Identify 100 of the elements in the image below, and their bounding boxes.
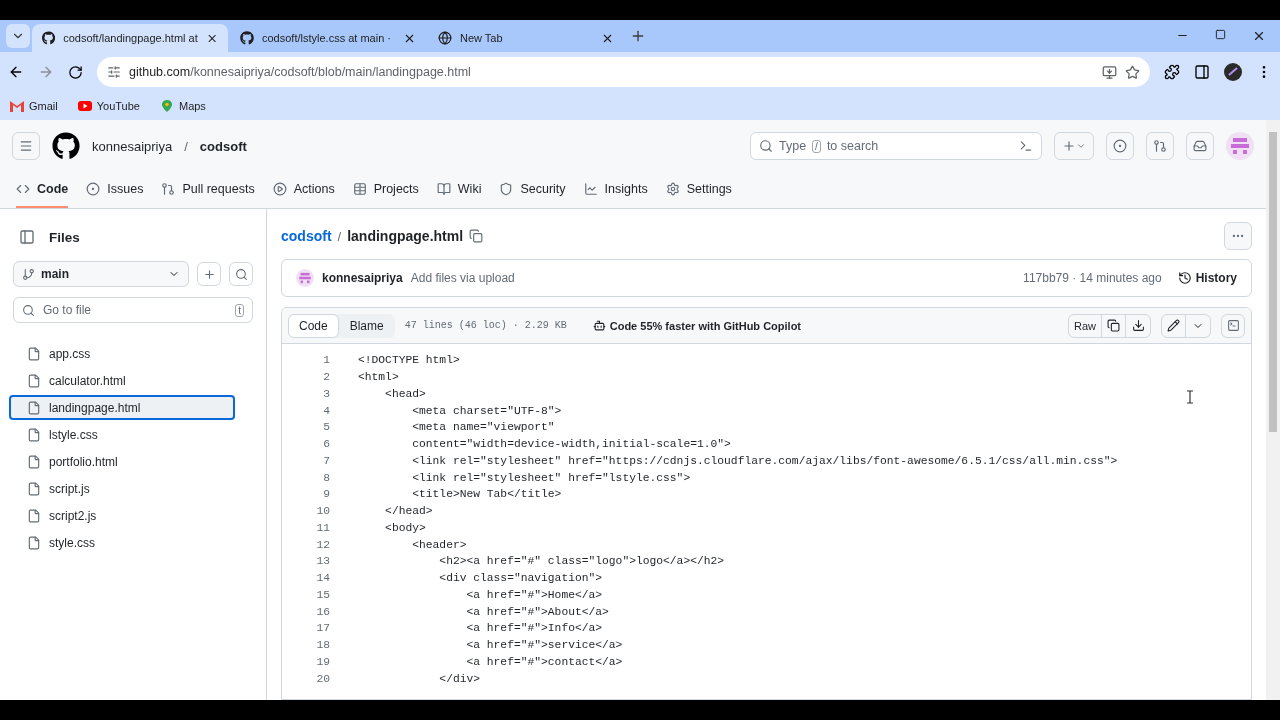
browser-tab[interactable]: New Tab (428, 24, 624, 52)
site-settings-icon[interactable] (107, 65, 121, 79)
browser-tab[interactable]: codsoft/landingpage.html at (32, 24, 228, 52)
file-tree-item[interactable]: calculator.html (9, 368, 235, 393)
file-icon (27, 427, 41, 442)
globe-icon (438, 31, 452, 45)
add-file-button[interactable] (197, 262, 221, 286)
back-icon[interactable] (8, 64, 24, 80)
copy-icon[interactable] (469, 229, 484, 243)
issues-button[interactable] (1106, 132, 1134, 160)
pull-request-icon (161, 182, 176, 196)
new-tab-button[interactable] (630, 28, 646, 44)
scrollbar-thumb[interactable] (1269, 132, 1277, 432)
branch-selector[interactable]: main (13, 261, 189, 287)
install-icon[interactable] (1102, 64, 1117, 80)
bookmark-link[interactable]: YouTube (77, 100, 140, 112)
repo-link[interactable]: codsoft (199, 138, 247, 154)
scrollbar[interactable] (1266, 120, 1280, 700)
line-number: 14 (315, 572, 330, 585)
github-logo-icon[interactable] (52, 132, 80, 160)
line-number: 13 (315, 555, 330, 568)
profile-avatar[interactable] (1224, 63, 1242, 81)
maximize-icon[interactable] (1215, 29, 1226, 40)
history-button[interactable]: History (1177, 271, 1237, 285)
placeholder-text: Go to file (43, 303, 93, 317)
circle-dot-icon (1113, 139, 1127, 153)
url-text: github.com/konnesaipriya/codsoft/blob/main/landingpage.html (129, 65, 471, 79)
view-tab[interactable]: Blame (338, 313, 395, 338)
repo-nav-tab[interactable]: Settings (665, 172, 732, 208)
avatar[interactable] (296, 269, 314, 287)
search-icon (234, 267, 248, 281)
owner-link[interactable]: konnesaipriya (92, 138, 173, 154)
repo-nav-tab[interactable]: Pull requests (161, 172, 255, 208)
file-tree-item[interactable]: app.css (9, 341, 235, 366)
file-tree-item[interactable]: landingpage.html (9, 395, 235, 420)
repo-link[interactable]: codsoft (281, 228, 332, 244)
code-line: <link rel="stylesheet" href="lstyle.css"> (411, 471, 691, 484)
code-line: <h2><a href="#" class="logo">logo</a></h2> (438, 555, 725, 568)
line-number: 3 (322, 387, 330, 400)
commit-meta[interactable]: 117bb79 · 14 minutes ago (1023, 271, 1162, 285)
repo-nav-tab[interactable]: Issues (86, 172, 144, 208)
file-icon (27, 400, 41, 415)
commit-author[interactable]: konnesaipriya (322, 271, 403, 285)
file-tree-item[interactable]: lstyle.css (9, 422, 235, 447)
browser-tab[interactable]: codsoft/lstyle.css at main · (230, 24, 426, 52)
robot-icon (592, 319, 606, 332)
line-number: 12 (315, 538, 330, 551)
repo-nav-tab[interactable]: Security (499, 172, 566, 208)
avatar[interactable] (1226, 132, 1254, 160)
line-number: 15 (315, 588, 330, 601)
side-panel-icon[interactable] (1194, 64, 1210, 80)
bookmark-link[interactable]: Gmail (10, 100, 58, 112)
code-line: </div> (438, 672, 481, 685)
code-line: <meta name="viewport" (411, 421, 555, 434)
copy-icon (1107, 319, 1120, 332)
bookmark-star-icon[interactable] (1125, 64, 1140, 80)
file-tree-item[interactable]: style.css (9, 530, 235, 555)
command-palette-icon[interactable] (1019, 139, 1033, 153)
repo-nav-tab[interactable]: Wiki (436, 172, 482, 208)
menu-button[interactable] (12, 132, 40, 160)
code-line: <a href="#">Info</a> (465, 622, 603, 635)
reload-icon[interactable] (68, 64, 83, 80)
file-tree-item[interactable]: script.js (9, 476, 235, 501)
repo-nav-tab[interactable]: Insights (583, 172, 648, 208)
collapse-panel-icon[interactable] (19, 229, 35, 245)
code-line: <header> (411, 538, 467, 551)
inbox-button[interactable] (1186, 132, 1214, 160)
code-line: content="width=device-width,initial-scale=1.0"> (411, 438, 731, 451)
plus-icon (202, 267, 216, 281)
code-line: <div class="navigation"> (438, 572, 603, 585)
line-number: 19 (315, 655, 330, 668)
line-number: 16 (315, 605, 330, 618)
file-tree-item[interactable]: portfolio.html (9, 449, 235, 474)
repo-nav-tab[interactable]: Code (16, 172, 69, 208)
close-icon[interactable] (1252, 29, 1266, 43)
file-icon (27, 508, 41, 523)
symbols-button[interactable] (1221, 313, 1245, 338)
pull-request-icon (1153, 139, 1167, 153)
pull-requests-button[interactable] (1146, 132, 1174, 160)
line-number: 9 (322, 488, 330, 501)
tab-search-button[interactable] (6, 24, 30, 48)
placeholder-text: to search (826, 139, 879, 153)
commit-message[interactable]: Add files via upload (410, 271, 515, 285)
view-tab[interactable]: Code (288, 313, 339, 338)
line-number: 4 (322, 404, 330, 417)
repo-nav-tab[interactable]: Actions (272, 172, 335, 208)
search-button[interactable] (229, 262, 253, 286)
bookmark-link[interactable]: Maps (159, 100, 206, 112)
extensions-icon[interactable] (1164, 64, 1180, 80)
go-to-file-field[interactable]: Go to file t (13, 297, 253, 323)
file-info: 47 lines (46 loc) · 2.29 KB (404, 320, 567, 331)
file-tree-item[interactable]: script2.js (9, 503, 235, 528)
inbox-icon (1193, 139, 1207, 153)
history-icon (1177, 271, 1192, 285)
address-bar[interactable]: github.com/konnesaipriya/codsoft/blob/main/landingpage.html (97, 57, 1150, 87)
search-field[interactable]: Type / to search (750, 132, 1042, 160)
code-line: <html> (358, 371, 399, 384)
copilot-link[interactable]: Code 55% faster with GitHub Copilot (592, 319, 802, 332)
repo-nav-tab[interactable]: Projects (352, 172, 419, 208)
line-number: 2 (322, 371, 330, 384)
